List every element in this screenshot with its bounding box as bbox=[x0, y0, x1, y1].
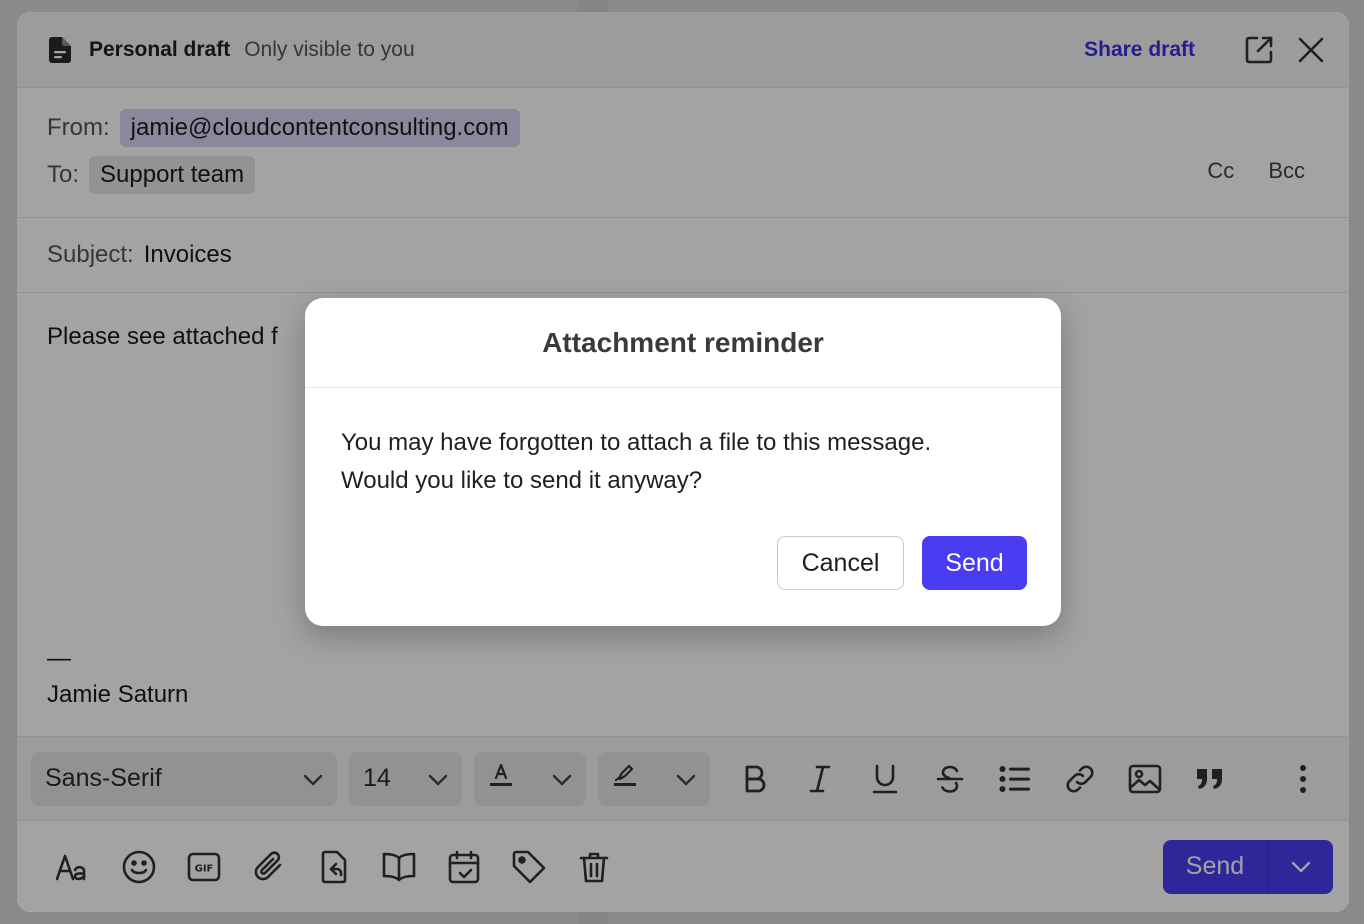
dialog-title: Attachment reminder bbox=[305, 298, 1061, 388]
dialog-message-line-1: You may have forgotten to attach a file … bbox=[341, 429, 932, 456]
attachment-reminder-dialog: Attachment reminder You may have forgott… bbox=[305, 298, 1061, 626]
dialog-message: You may have forgotten to attach a file … bbox=[305, 388, 1061, 500]
confirm-send-button[interactable]: Send bbox=[922, 536, 1027, 590]
dialog-message-line-2: Would you like to send it anyway? bbox=[341, 467, 703, 494]
cancel-button[interactable]: Cancel bbox=[777, 536, 904, 590]
